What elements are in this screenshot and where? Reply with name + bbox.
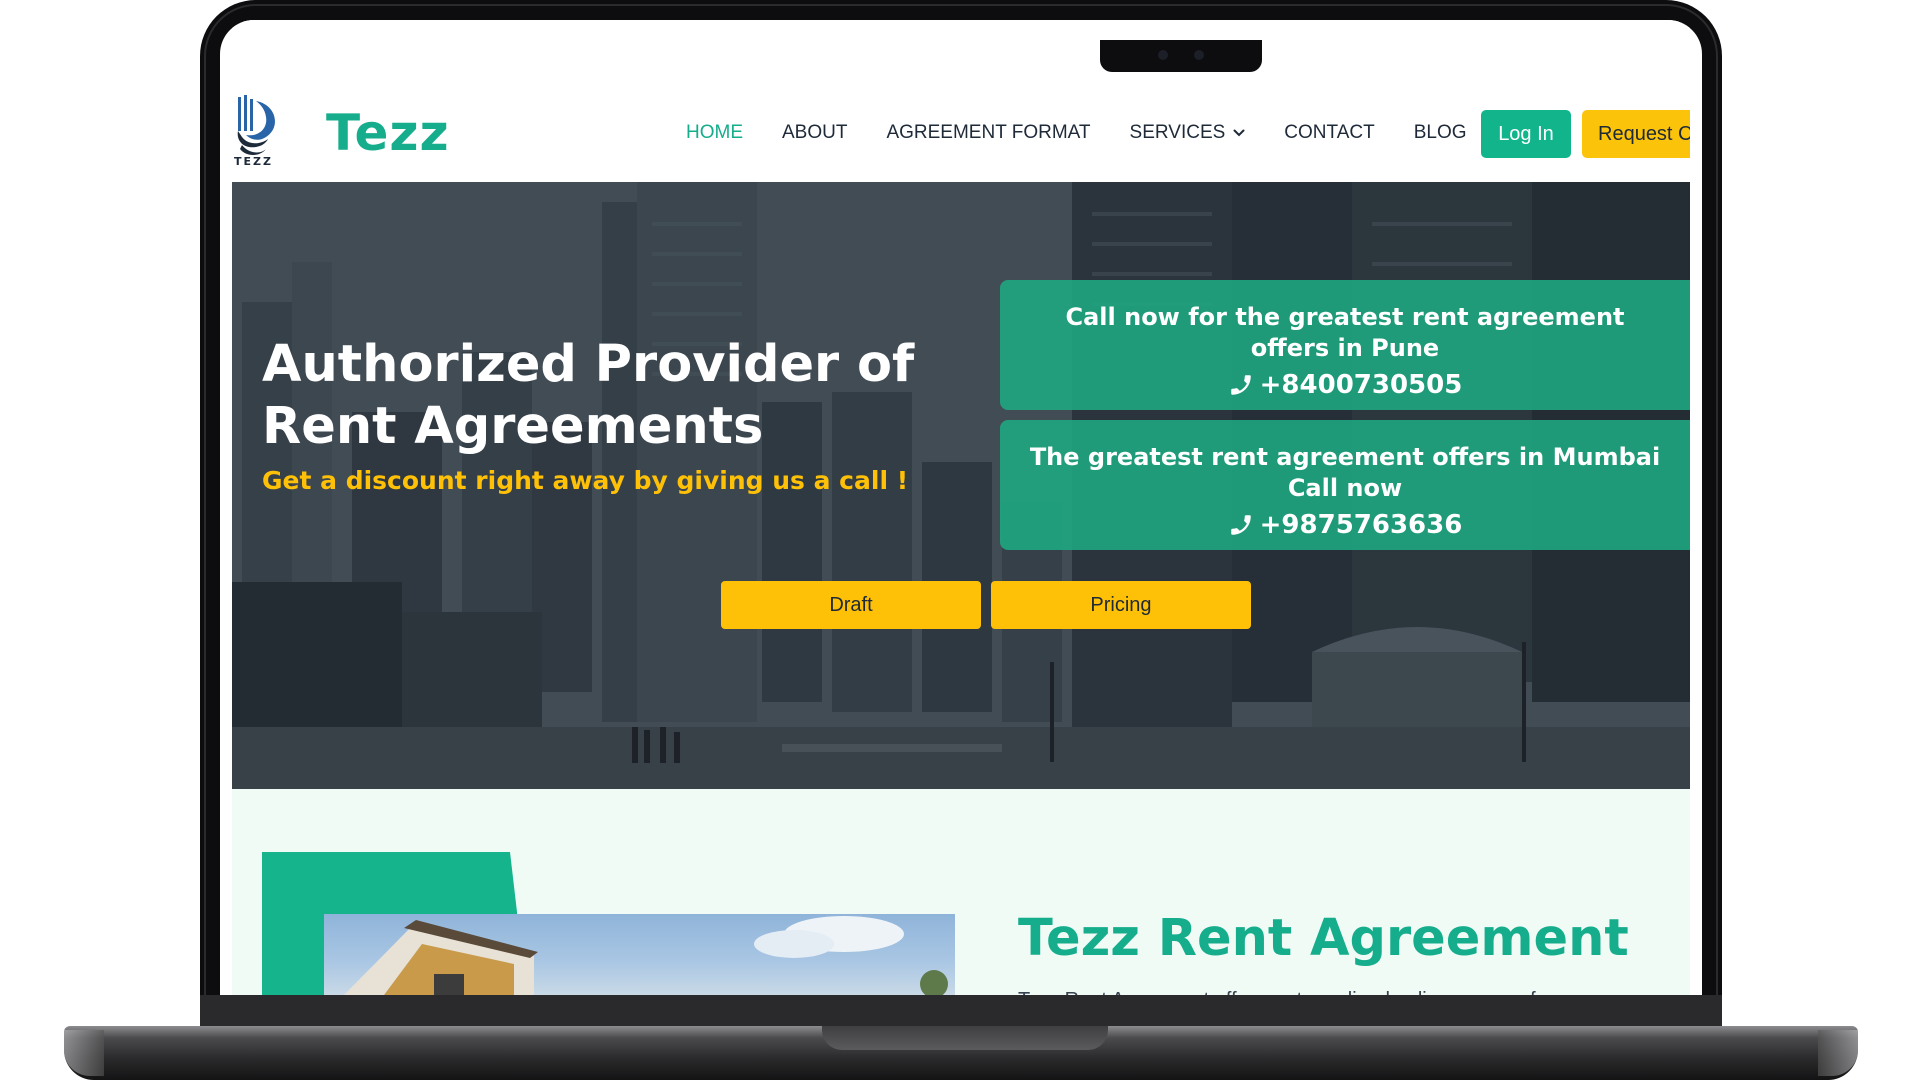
draft-button[interactable]: Draft <box>721 581 981 629</box>
phone-icon <box>1230 515 1251 535</box>
request-callback-button[interactable]: Request C <box>1582 110 1690 158</box>
login-button[interactable]: Log In <box>1481 110 1571 158</box>
offer-phone-pune[interactable]: +8400730505 <box>1000 368 1690 402</box>
nav-agreement-format[interactable]: AGREEMENT FORMAT <box>886 122 1090 144</box>
nav-contact[interactable]: CONTACT <box>1284 122 1374 144</box>
laptop-hinge <box>200 995 1722 1027</box>
brand-name[interactable]: Tezz <box>326 104 450 162</box>
offer-text-pune: Call now for the greatest rent agreement… <box>1065 303 1625 362</box>
sensor-dot <box>1194 50 1204 60</box>
laptop-base-edge-right <box>1818 1030 1858 1076</box>
hero-subtitle: Get a discount right away by giving us a… <box>262 466 909 495</box>
site-header: TEZZ Tezz HOME ABOUT AGREEMENT FORMAT SE… <box>232 75 1690 182</box>
nav-about[interactable]: ABOUT <box>782 122 847 144</box>
offer-phone-number-pune: +8400730505 <box>1259 370 1463 400</box>
house-image <box>344 916 948 995</box>
hero-title: Authorized Provider of Rent Agreements <box>262 335 915 456</box>
offer-phone-mumbai[interactable]: +9875763636 <box>1000 508 1690 542</box>
website: TEZZ Tezz HOME ABOUT AGREEMENT FORMAT SE… <box>232 20 1690 995</box>
logo-caption: TEZZ <box>234 155 273 168</box>
camera-dot <box>1158 50 1168 60</box>
nav-services-label: SERVICES <box>1129 122 1226 143</box>
pricing-button[interactable]: Pricing <box>991 581 1251 629</box>
house-photo <box>324 914 955 995</box>
phone-icon <box>1230 375 1251 395</box>
hero-banner: Authorized Provider of Rent Agreements G… <box>232 182 1690 789</box>
offer-card-mumbai: The greatest rent agreement offers in Mu… <box>1000 420 1690 550</box>
main-nav: HOME ABOUT AGREEMENT FORMAT SERVICES CON… <box>686 122 1506 144</box>
chevron-down-icon <box>1233 129 1245 137</box>
about-section: Tezz Rent Agreement Tezz Rent Agreement … <box>232 789 1690 995</box>
offer-phone-number-mumbai: +9875763636 <box>1259 510 1463 540</box>
offer-card-pune: Call now for the greatest rent agreement… <box>1000 280 1690 410</box>
offer-text-mumbai: The greatest rent agreement offers in Mu… <box>1029 443 1661 502</box>
nav-blog[interactable]: BLOG <box>1414 122 1467 144</box>
nav-services[interactable]: SERVICES <box>1130 122 1246 144</box>
nav-home[interactable]: HOME <box>686 122 743 144</box>
camera-notch <box>1100 40 1262 72</box>
laptop-opening-notch <box>822 1026 1108 1050</box>
section-title: Tezz Rent Agreement <box>1018 909 1629 968</box>
laptop-screen: TEZZ Tezz HOME ABOUT AGREEMENT FORMAT SE… <box>220 20 1702 995</box>
